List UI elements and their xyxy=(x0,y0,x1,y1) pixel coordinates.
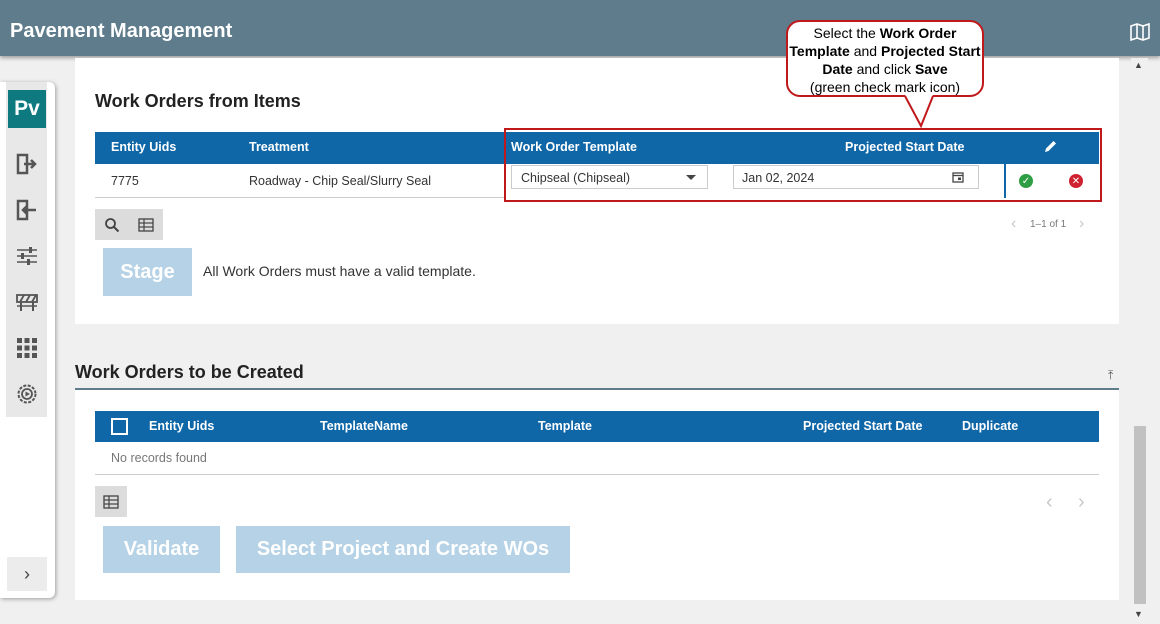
row-treatment: Roadway - Chip Seal/Slurry Seal xyxy=(249,174,432,188)
validate-button[interactable]: Validate xyxy=(103,526,220,573)
column-entity-uids[interactable]: Entity Uids xyxy=(149,419,214,433)
column-projected-start-date[interactable]: Projected Start Date xyxy=(803,419,922,433)
table-view-button[interactable] xyxy=(129,209,163,240)
scroll-up-arrow-icon[interactable]: ▲ xyxy=(1134,60,1143,70)
callout-text: and click xyxy=(852,61,915,77)
row-divider xyxy=(95,197,505,198)
sidebar: Pv › xyxy=(0,82,55,598)
column-entity-uids[interactable]: Entity Uids xyxy=(111,140,176,154)
vertical-scrollbar[interactable]: ▲ ▼ xyxy=(1131,58,1148,624)
search-icon xyxy=(105,217,120,232)
table-view-button[interactable] xyxy=(95,486,127,517)
import-icon[interactable] xyxy=(15,152,39,176)
column-duplicate[interactable]: Duplicate xyxy=(962,419,1018,433)
next-page-icon[interactable]: › xyxy=(1079,215,1084,233)
section-title-work-orders-from-items: Work Orders from Items xyxy=(95,91,301,111)
settings-icon[interactable] xyxy=(15,382,39,406)
validation-message: All Work Orders must have a valid templa… xyxy=(203,263,476,279)
callout-pointer xyxy=(904,95,934,128)
callout-text: (green check mark icon) xyxy=(809,79,961,95)
column-template-name[interactable]: TemplateName xyxy=(320,419,408,433)
created-table-header: Entity Uids TemplateName Template Projec… xyxy=(95,411,1099,442)
annotation-highlight-box xyxy=(504,128,1102,202)
table-icon xyxy=(138,217,154,232)
grid-icon[interactable] xyxy=(15,336,39,360)
table-icon xyxy=(103,494,119,509)
select-all-checkbox[interactable] xyxy=(111,418,128,435)
create-work-orders-button[interactable]: Select Project and Create WOs xyxy=(236,526,570,573)
search-button[interactable] xyxy=(95,209,129,240)
scroll-down-arrow-icon[interactable]: ▼ xyxy=(1134,609,1143,619)
export-icon[interactable] xyxy=(15,198,39,222)
prev-page-icon[interactable]: ‹ xyxy=(1011,215,1016,233)
empty-table-message: No records found xyxy=(111,451,207,465)
map-icon[interactable] xyxy=(1130,23,1150,41)
expand-sidebar-button[interactable]: › xyxy=(7,557,47,591)
callout-text: and xyxy=(849,43,881,59)
barricade-icon[interactable] xyxy=(15,290,39,314)
app-header: Pavement Management xyxy=(0,0,1160,56)
instruction-callout: Select the Work Order Template and Proje… xyxy=(786,20,984,97)
app-title: Pavement Management xyxy=(10,20,233,42)
callout-text: Select the xyxy=(813,25,880,41)
column-treatment[interactable]: Treatment xyxy=(249,140,309,154)
stage-button[interactable]: Stage xyxy=(103,248,192,296)
collapse-section-icon[interactable]: ⤒ xyxy=(1108,368,1113,383)
sliders-icon[interactable] xyxy=(15,244,39,268)
callout-bold-text: Save xyxy=(914,61,948,77)
app-logo[interactable]: Pv xyxy=(8,90,46,128)
row-entity-uids: 7775 xyxy=(111,174,139,188)
next-page-icon[interactable]: › xyxy=(1078,491,1085,514)
prev-page-icon[interactable]: ‹ xyxy=(1046,491,1053,514)
section-title-work-orders-to-be-created: Work Orders to be Created xyxy=(75,362,304,382)
row-divider xyxy=(95,474,1099,475)
scrollbar-thumb[interactable] xyxy=(1134,426,1146,604)
pagination-text: 1–1 of 1 xyxy=(1030,219,1067,230)
column-template[interactable]: Template xyxy=(538,419,592,433)
